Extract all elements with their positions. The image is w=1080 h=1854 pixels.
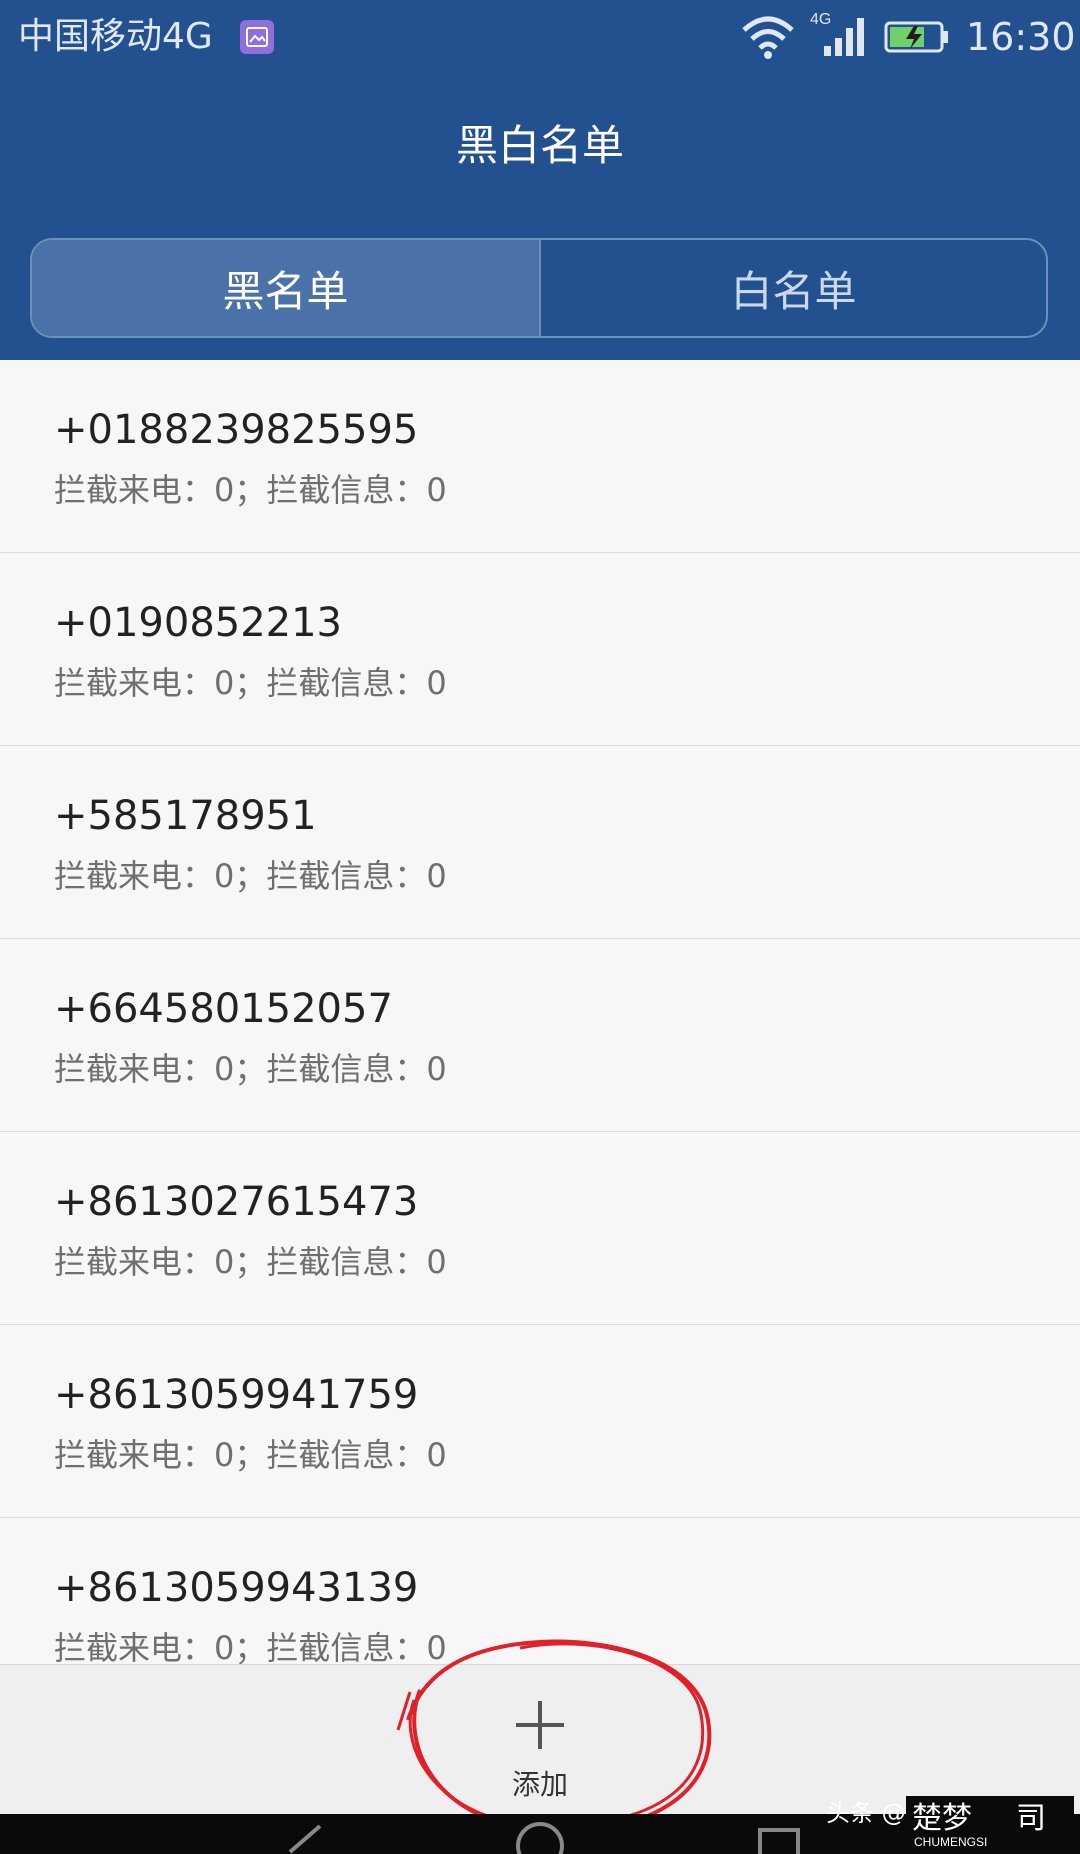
phone-number: +8613027615473	[54, 1179, 419, 1225]
phone-number: +585178951	[54, 793, 317, 839]
status-bar: 中国移动4G 4G 16:30	[0, 0, 1080, 76]
list-type-tabs: 黑名单 白名单	[30, 238, 1048, 338]
wifi-icon	[740, 14, 796, 64]
phone-number: +0190852213	[54, 600, 343, 646]
network-type-label: 4G	[810, 11, 831, 28]
phone-number: +8613059943139	[54, 1565, 419, 1611]
phone-number: +664580152057	[54, 986, 393, 1032]
block-stats: 拦截来电：0；拦截信息：0	[54, 1243, 447, 1281]
block-stats: 拦截来电：0；拦截信息：0	[54, 1436, 447, 1474]
block-stats: 拦截来电：0；拦截信息：0	[54, 1629, 447, 1664]
blocked-number-list: +0188239825595 拦截来电：0；拦截信息：0 +0190852213…	[0, 360, 1080, 1664]
svg-text:楚梦: 楚梦	[912, 1801, 972, 1836]
home-icon[interactable]	[514, 1820, 566, 1854]
phone-number: +8613059941759	[54, 1372, 419, 1418]
svg-text:CHUMENGSI: CHUMENGSI	[914, 1835, 987, 1849]
block-stats: 拦截来电：0；拦截信息：0	[54, 664, 447, 702]
list-item[interactable]: +8613027615473 拦截来电：0；拦截信息：0	[0, 1132, 1080, 1325]
battery-charging-icon	[884, 20, 950, 58]
signal-icon: 4G	[810, 10, 870, 64]
page-title: 黑白名单	[455, 121, 624, 170]
gallery-notification-icon	[240, 20, 274, 54]
red-annotation-circle	[396, 1639, 712, 1833]
list-item[interactable]: +585178951 拦截来电：0；拦截信息：0	[0, 746, 1080, 939]
svg-text:司: 司	[1016, 1801, 1046, 1836]
watermark-text: 头条 @	[826, 1799, 906, 1827]
app-bar: 黑白名单 黑名单 白名单	[0, 76, 1080, 360]
list-item[interactable]: +8613059941759 拦截来电：0；拦截信息：0	[0, 1325, 1080, 1518]
recent-apps-icon[interactable]	[756, 1826, 802, 1854]
phone-number: +0188239825595	[54, 407, 419, 453]
clock: 16:30	[966, 15, 1076, 59]
block-stats: 拦截来电：0；拦截信息：0	[54, 857, 447, 895]
watermark-logo: 楚梦 司 CHUMENGSI	[906, 1796, 1074, 1850]
back-icon[interactable]	[280, 1822, 330, 1854]
block-stats: 拦截来电：0；拦截信息：0	[54, 1050, 447, 1088]
list-item[interactable]: +0190852213 拦截来电：0；拦截信息：0	[0, 553, 1080, 746]
list-item[interactable]: +664580152057 拦截来电：0；拦截信息：0	[0, 939, 1080, 1132]
tab-whitelist[interactable]: 白名单	[539, 240, 1046, 336]
block-stats: 拦截来电：0；拦截信息：0	[54, 471, 447, 509]
carrier-label: 中国移动4G	[18, 16, 213, 57]
tab-blacklist[interactable]: 黑名单	[32, 240, 539, 336]
list-item[interactable]: +0188239825595 拦截来电：0；拦截信息：0	[0, 360, 1080, 553]
